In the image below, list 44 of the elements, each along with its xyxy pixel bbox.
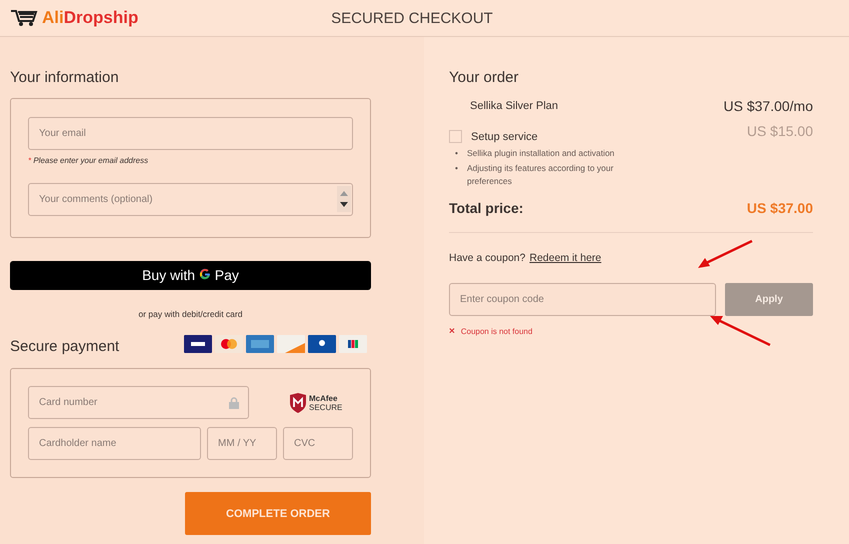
redeem-link[interactable]: Redeem it here [529, 252, 602, 264]
section-heading: Secure payment [10, 338, 120, 355]
coupon-field[interactable]: Enter coupon code [449, 283, 716, 316]
bullet-mark: • [455, 162, 458, 175]
cardholder-field[interactable]: Cardholder name [28, 427, 201, 460]
logo-text: AliDropship [42, 8, 138, 28]
google-pay-button[interactable]: Buy with Pay [10, 261, 371, 290]
comments-field[interactable]: Your comments (optional) [28, 183, 353, 216]
error-message: Coupon is not found [460, 327, 532, 336]
card-logo-icon [308, 334, 336, 352]
coupon-prompt: Have a coupon? [449, 252, 526, 264]
card-logo-icon [246, 334, 274, 352]
badge-caption: SECURE [309, 402, 342, 412]
item-name: Sellika Silver Plan [470, 100, 558, 112]
card-number-field[interactable]: Card number [28, 386, 249, 419]
card-logo-icon [339, 334, 367, 352]
checkbox[interactable] [449, 130, 462, 143]
annotation-arrow [708, 313, 772, 347]
section-heading: Your order [449, 69, 520, 86]
spinner-icon [337, 186, 351, 212]
feature-text: Sellika plugin installation and activation [466, 147, 616, 160]
shield-icon [289, 392, 307, 412]
total-label: Total price: [449, 200, 524, 216]
email-hint: * Please enter your email address [28, 156, 150, 165]
bullet-mark: • [455, 147, 458, 160]
item-price: US $37.00/mo [724, 98, 813, 114]
item-price: US $15.00 [746, 122, 813, 138]
annotation-arrow [696, 239, 754, 271]
page-title: SECURED CHECKOUT [330, 10, 494, 26]
total-price: US $37.00 [746, 200, 813, 216]
badge-name: McAfee [309, 394, 338, 402]
card-logo-icon [215, 334, 243, 352]
section-heading: Your information [10, 69, 120, 86]
cart-icon [10, 9, 38, 27]
expiry-field[interactable]: MM / YY [207, 427, 277, 460]
card-logo-icon [184, 334, 212, 352]
alt-payment-note: or pay with debit/credit card [138, 309, 244, 319]
item-name: Setup service [471, 130, 538, 142]
cvc-field[interactable]: CVC [283, 427, 353, 460]
lock-icon [229, 397, 239, 409]
feature-text: Adjusting its features according to your preferences [466, 162, 614, 188]
card-logo-icon [277, 334, 305, 352]
error-icon: × [449, 326, 455, 337]
email-field[interactable]: Your email [28, 117, 353, 150]
